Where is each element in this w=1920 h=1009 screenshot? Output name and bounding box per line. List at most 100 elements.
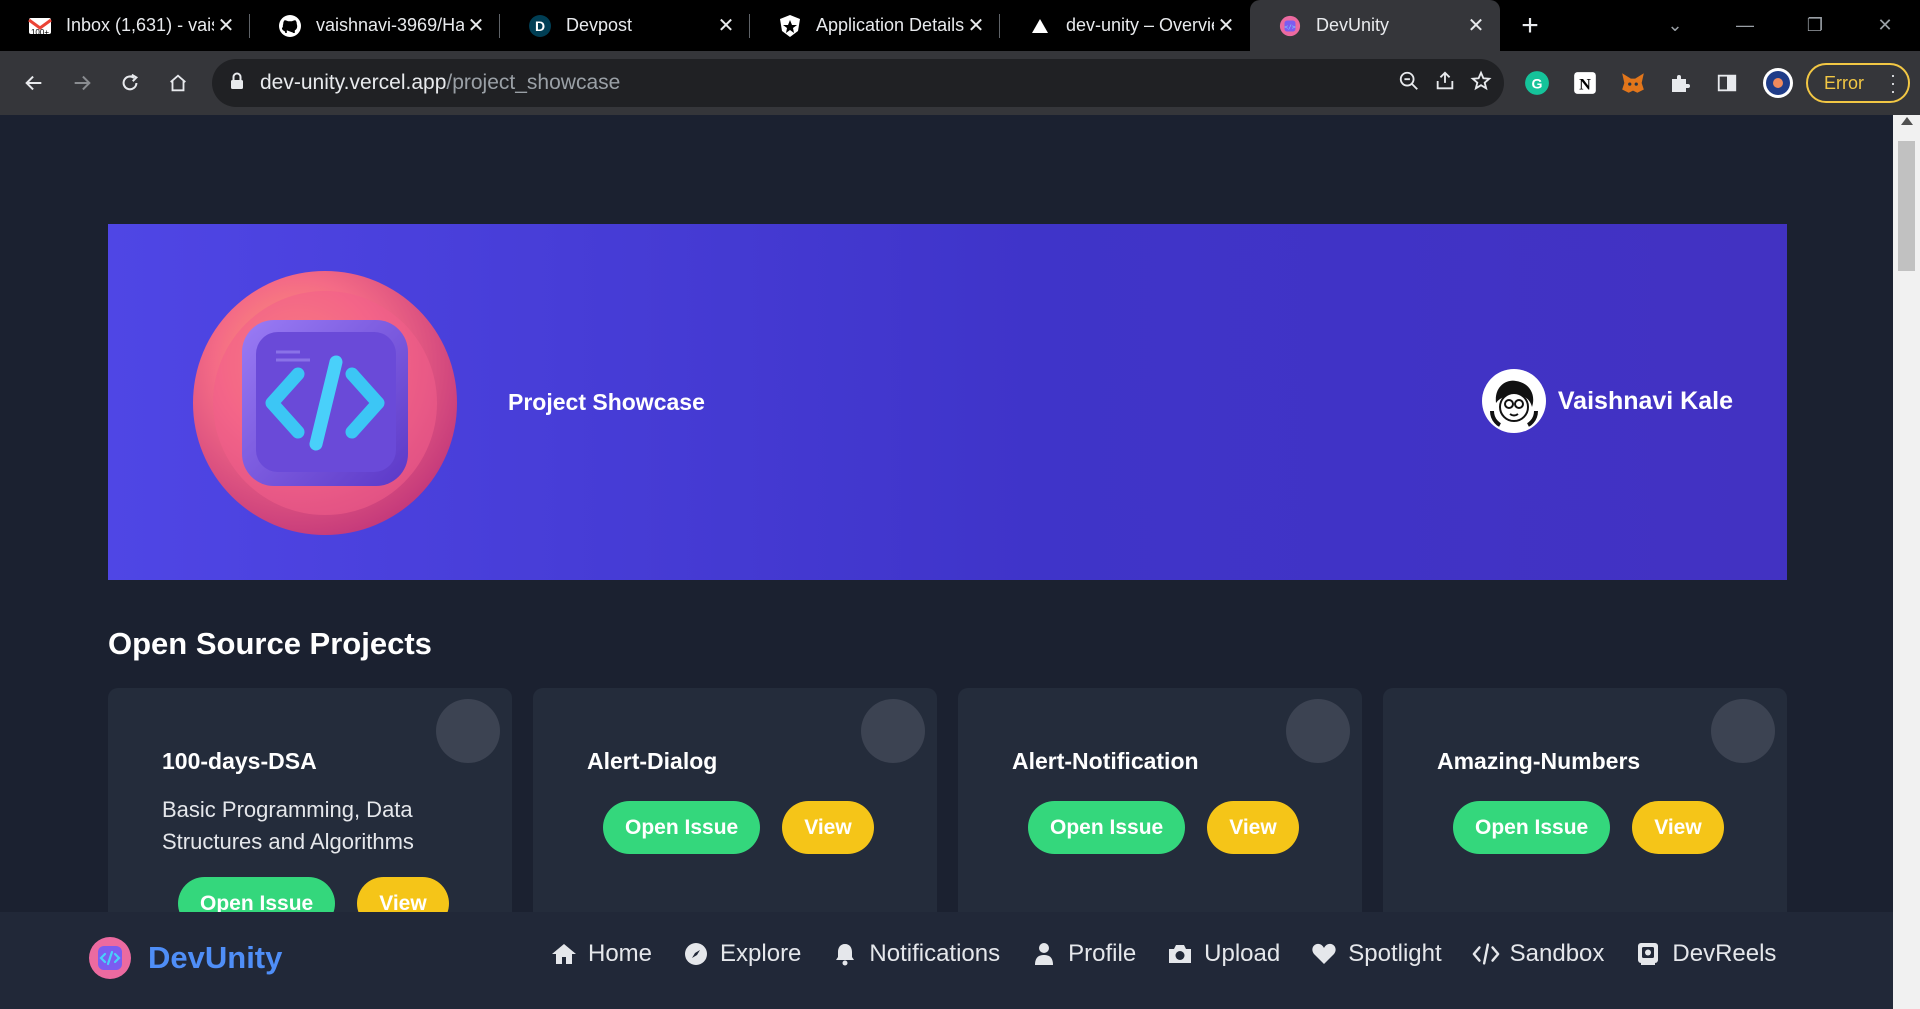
close-icon[interactable]: ✕ (1464, 14, 1488, 38)
nav-notifications[interactable]: Notifications (831, 940, 1000, 968)
close-icon[interactable]: ✕ (464, 14, 488, 38)
project-card: 100-days-DSA Basic Programming, Data Str… (108, 688, 512, 948)
project-avatar (1711, 699, 1775, 763)
profile-avatar-icon[interactable] (1762, 59, 1794, 107)
tab-devunity[interactable]: </> DevUnity ✕ (1250, 0, 1500, 51)
devpost-icon: D (528, 14, 552, 38)
back-icon[interactable] (10, 59, 58, 107)
share-icon[interactable] (1434, 70, 1456, 97)
tab-github[interactable]: vaishnavi-3969/Hac ✕ (250, 0, 500, 51)
github-icon (278, 14, 302, 38)
open-issue-button[interactable]: Open Issue (1028, 801, 1186, 854)
svg-text:G: G (1532, 75, 1543, 91)
open-issue-button[interactable]: Open Issue (603, 801, 761, 854)
tab-gmail[interactable]: 100+ Inbox (1,631) - vaisl ✕ (0, 0, 250, 51)
zoom-icon[interactable] (1398, 70, 1420, 97)
tab-auth0[interactable]: Application Details ✕ (750, 0, 1000, 51)
page-content: Project Showcase Vaishnavi Kale Open Sou… (0, 115, 1893, 1009)
view-button[interactable]: View (782, 801, 874, 854)
bookmark-star-icon[interactable] (1470, 69, 1492, 97)
browser-toolbar: dev-unity.vercel.app/project_showcase G … (0, 51, 1920, 115)
profile-error-button[interactable]: Error · · · (1806, 63, 1910, 103)
metamask-icon[interactable] (1620, 59, 1646, 107)
reload-icon[interactable] (106, 59, 154, 107)
close-icon[interactable]: ✕ (214, 14, 238, 38)
notion-icon[interactable]: N (1572, 59, 1598, 107)
nav-upload[interactable]: Upload (1166, 940, 1280, 968)
side-panel-icon[interactable] (1716, 59, 1738, 107)
extensions-puzzle-icon[interactable] (1668, 59, 1692, 107)
tab-title: Devpost (566, 15, 633, 35)
forward-icon[interactable] (58, 59, 106, 107)
brand-name[interactable]: DevUnity (148, 940, 282, 976)
user-name[interactable]: Vaishnavi Kale (1558, 387, 1733, 416)
user-chip[interactable]: Vaishnavi Kale (1481, 369, 1733, 433)
nav-sandbox[interactable]: Sandbox (1472, 940, 1604, 968)
svg-text:D: D (535, 18, 545, 34)
minimize-icon[interactable]: — (1710, 15, 1780, 36)
tab-vercel[interactable]: dev-unity – Overvie ✕ (1000, 0, 1250, 51)
project-card: Alert-Notification Open Issue View (958, 688, 1362, 948)
tab-strip: 100+ Inbox (1,631) - vaisl ✕ vaishnavi-3… (0, 0, 1920, 51)
tab-title: Application Details (816, 15, 964, 35)
open-issue-button[interactable]: Open Issue (1453, 801, 1611, 854)
devunity-brand-icon (88, 936, 132, 980)
nav-spotlight[interactable]: Spotlight (1310, 940, 1442, 968)
reels-icon (1634, 940, 1662, 968)
section-title: Open Source Projects (108, 626, 432, 661)
page-scrollbar[interactable] (1893, 115, 1920, 1009)
new-tab-button[interactable]: + (1500, 0, 1560, 51)
bottom-nav: DevUnity Home Explore Notifications Prof… (0, 912, 1893, 1009)
project-name: Amazing-Numbers (1437, 748, 1641, 774)
home-icon (550, 940, 578, 968)
project-description: Basic Programming, Data Structures and A… (162, 797, 414, 854)
close-icon[interactable]: ✕ (1214, 14, 1238, 38)
project-avatar (1286, 699, 1350, 763)
nav-explore[interactable]: Explore (682, 940, 801, 968)
project-name: Alert-Notification (1012, 748, 1199, 774)
project-card: Alert-Dialog Open Issue View (533, 688, 937, 948)
vercel-icon (1028, 14, 1052, 38)
view-button[interactable]: View (1632, 801, 1724, 854)
restore-icon[interactable]: ❐ (1780, 15, 1850, 36)
scroll-up-icon[interactable] (1901, 117, 1913, 125)
heart-icon (1310, 940, 1338, 968)
address-bar[interactable]: dev-unity.vercel.app/project_showcase (212, 59, 1504, 107)
nav-label: Explore (720, 940, 802, 967)
home-browser-icon[interactable] (154, 59, 202, 107)
devunity-logo-icon (190, 268, 460, 538)
error-label: Error (1824, 72, 1864, 93)
camera-icon (1166, 940, 1194, 968)
lock-icon[interactable] (230, 72, 244, 95)
close-icon[interactable]: ✕ (964, 14, 988, 38)
bell-icon (831, 940, 859, 968)
tab-title: Inbox (1,631) - vaisl (66, 15, 214, 35)
page-title: Project Showcase (508, 389, 705, 415)
grammarly-icon[interactable]: G (1524, 59, 1550, 107)
compass-icon (682, 940, 710, 968)
nav-devreels[interactable]: DevReels (1634, 940, 1776, 968)
project-card: Amazing-Numbers Open Issue View (1383, 688, 1787, 948)
nav-label: Notifications (869, 940, 1001, 967)
auth0-icon (778, 14, 802, 38)
close-window-icon[interactable]: ✕ (1850, 15, 1920, 36)
devunity-icon: </> (1278, 14, 1302, 38)
url-host: dev-unity.vercel.app (260, 71, 447, 94)
project-avatar (436, 699, 500, 763)
menu-kebab-icon[interactable]: · · · (1890, 66, 1896, 100)
brand[interactable]: DevUnity (88, 936, 282, 980)
url-path: /project_showcase (446, 71, 621, 94)
nav-profile[interactable]: Profile (1030, 940, 1136, 968)
nav-home[interactable]: Home (550, 940, 652, 968)
window-controls: ⌄ — ❐ ✕ (1640, 0, 1920, 51)
avatar[interactable] (1481, 369, 1546, 433)
tab-devpost[interactable]: D Devpost ✕ (500, 0, 750, 51)
tab-search-icon[interactable]: ⌄ (1640, 15, 1710, 36)
scroll-thumb[interactable] (1898, 141, 1915, 271)
close-icon[interactable]: ✕ (714, 14, 738, 38)
nav-label: Spotlight (1348, 940, 1442, 967)
code-icon (1472, 940, 1500, 968)
view-button[interactable]: View (1207, 801, 1299, 854)
nav-label: Upload (1204, 940, 1281, 967)
project-avatar (861, 699, 925, 763)
